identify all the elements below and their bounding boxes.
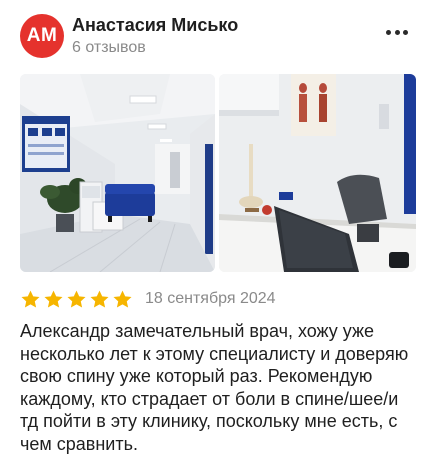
- rating-stars: [20, 289, 133, 310]
- more-dots-icon: [386, 29, 391, 35]
- review-date: 18 сентября 2024: [145, 290, 276, 307]
- review-header: АМ Анастасия Мисько 6 отзывов: [20, 14, 411, 60]
- star-icon: [113, 290, 132, 308]
- avatar[interactable]: АМ: [20, 14, 64, 58]
- star-icon: [90, 290, 109, 308]
- review-text: Александр замечательный врач, хожу уже н…: [20, 321, 409, 454]
- star-icon: [67, 290, 86, 308]
- star-icon: [44, 290, 63, 308]
- author-name[interactable]: Анастасия Мисько: [72, 15, 238, 36]
- more-options-button[interactable]: [383, 22, 411, 42]
- photo-gallery: [20, 74, 416, 272]
- author-reviews-count[interactable]: 6 отзывов: [72, 39, 146, 57]
- rating-row: 18 сентября 2024: [20, 288, 276, 310]
- photo-office[interactable]: [219, 74, 416, 272]
- photo-corridor[interactable]: [20, 74, 215, 272]
- star-icon: [21, 290, 40, 308]
- office-image: [219, 74, 416, 272]
- corridor-image: [20, 74, 215, 272]
